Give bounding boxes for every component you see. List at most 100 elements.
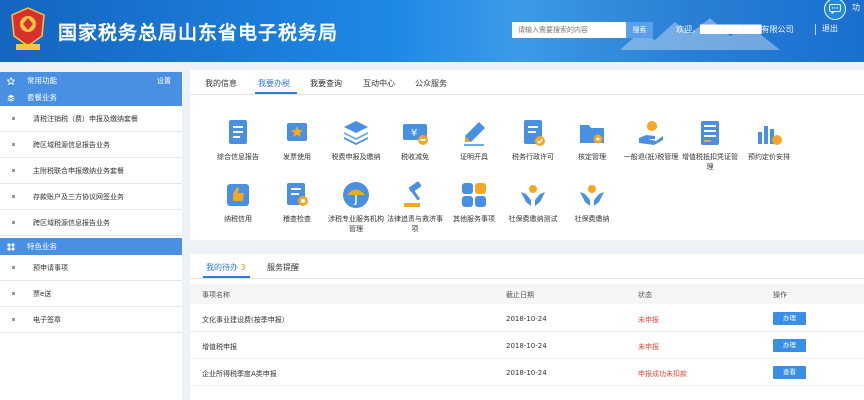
tab-public-services[interactable]: 公众服务	[415, 78, 447, 89]
service-comprehensive-report[interactable]: 综合信息报告	[208, 118, 268, 162]
todo-tab-label: 我的待办	[206, 263, 238, 272]
task-tabs: 我的待办 3 服务提醒	[190, 254, 864, 279]
thumbs-up-icon	[227, 184, 249, 206]
service-label: 税收减免	[401, 153, 429, 161]
service-certificate[interactable]: 证明开具	[444, 118, 504, 162]
settings-link[interactable]: 设置	[157, 76, 171, 86]
chart-coin-icon	[758, 126, 782, 145]
service-label: 税费申报及缴纳	[331, 153, 381, 161]
service-inspection[interactable]: 稽查检查	[267, 180, 327, 224]
service-pricing-arrangement[interactable]: 预约定价安排	[739, 118, 799, 162]
umbrella-icon	[343, 182, 369, 208]
main-tabs: 我的信息 我要办税 我要查询 互动中心 公众服务	[190, 70, 864, 95]
bullet-icon	[12, 143, 15, 146]
sidebar-item[interactable]: 电子签章	[0, 307, 182, 333]
search-button[interactable]: 搜索	[626, 22, 653, 38]
tab-my-todo[interactable]: 我的待办 3	[206, 262, 246, 273]
task-deadline: 2018-10-24	[506, 315, 547, 323]
gavel-icon	[404, 181, 422, 207]
search-input[interactable]	[512, 22, 626, 38]
service-other[interactable]: 其他服务事项	[444, 180, 504, 224]
task-name: 增值税申报	[202, 343, 237, 351]
sidebar-item[interactable]: 存款账户及三方协议网签业务	[0, 184, 182, 210]
sidebar-item[interactable]: 跨区域税源信息报告业务	[0, 132, 182, 158]
todo-count-badge: 3	[240, 263, 246, 272]
handle-button[interactable]: 办理	[773, 312, 806, 325]
service-social-insurance[interactable]: 社保费缴纳	[562, 180, 622, 224]
bullet-icon	[12, 117, 15, 120]
handle-button[interactable]: 办理	[773, 339, 806, 352]
tab-tax-services[interactable]: 我要办税	[258, 78, 290, 89]
sidebar-item[interactable]: 主附税联合申报缴纳业务套餐	[0, 158, 182, 184]
chat-button[interactable]	[824, 0, 846, 20]
service-label: 一般退(抵)税管理	[623, 153, 679, 161]
service-label: 核定管理	[578, 153, 606, 161]
sidebar-item-label: 存款账户及三方协议网签业务	[33, 192, 124, 201]
service-label: 其他服务事项	[453, 215, 495, 223]
task-deadline: 2018-10-24	[506, 369, 547, 377]
stack-icon	[7, 94, 15, 102]
service-label: 增值税抵扣凭证管理	[682, 153, 738, 171]
sidebar-item-label: 主附税联合申报缴纳业务套餐	[33, 166, 124, 175]
service-assessment[interactable]: 核定管理	[562, 118, 622, 162]
sidebar-item[interactable]: 预申请事项	[0, 255, 182, 281]
task-deadline: 2018-10-24	[506, 342, 547, 350]
pen-icon	[464, 122, 485, 146]
tab-my-info[interactable]: 我的信息	[205, 78, 237, 89]
welcome-text: 欢迎，██████████有限公司	[676, 25, 794, 34]
sidebar-item[interactable]: 票e送	[0, 281, 182, 307]
service-label: 综合信息报告	[217, 153, 259, 161]
bullet-icon	[12, 169, 15, 172]
bullet-icon	[12, 318, 15, 321]
service-tax-reduction[interactable]: ¥ 税收减免	[385, 118, 445, 162]
sidebar-item-label: 跨区域税源信息报告业务	[33, 218, 110, 227]
task-name: 文化事业建设费(按季申报）	[202, 316, 289, 324]
chat-label: 功	[852, 3, 860, 12]
document-report-icon	[229, 120, 247, 144]
view-button[interactable]: 查看	[773, 366, 806, 379]
sidebar-item-label: 预申请事项	[33, 263, 68, 272]
column-header-name: 事项名称	[202, 291, 230, 299]
service-label: 社保费缴纳	[574, 215, 610, 223]
logout-link[interactable]: 退出	[822, 23, 838, 34]
site-header: 国家税务总局山东省电子税务局 搜索 欢迎，██████████有限公司 退出 功	[0, 0, 864, 62]
sidebar-group-label: 常用功能	[27, 76, 57, 85]
active-tab-indicator	[203, 276, 250, 278]
chat-icon	[829, 4, 841, 14]
inspect-icon	[287, 183, 308, 206]
site-title: 国家税务总局山东省电子税务局	[58, 23, 339, 44]
sidebar-group-feature[interactable]: 特色业务	[0, 238, 182, 255]
service-vat-deduction[interactable]: 增值税抵扣凭证管理	[680, 118, 740, 172]
service-label: 稽查检查	[283, 215, 311, 223]
document-check-icon	[524, 120, 545, 146]
tab-query[interactable]: 我要查询	[310, 78, 342, 89]
service-tax-refund[interactable]: 一般退(抵)税管理	[621, 118, 681, 162]
service-tax-credit[interactable]: 纳税信用	[208, 180, 268, 224]
table-row: 企业所得税季度A类申报 2018-10-24 申报成功未扣款 查看	[190, 360, 864, 386]
bullet-icon	[12, 292, 15, 295]
service-agency-management[interactable]: 涉税专业服务机构管理	[326, 180, 386, 234]
bullet-icon	[12, 195, 15, 198]
sidebar-item[interactable]: 清税注销税（费）申报及缴纳套餐	[0, 106, 182, 132]
sidebar-group-package[interactable]: 套餐业务	[0, 89, 182, 106]
grid-icon	[462, 183, 486, 207]
tasks-panel: 我的待办 3 服务提醒 事项名称 截止日期 状态 操作 文化事业建设费(按季申报…	[190, 254, 864, 400]
task-status: 未申报	[638, 343, 659, 351]
sidebar-item[interactable]: 跨区域税源信息报告业务	[0, 210, 182, 236]
service-admin-permit[interactable]: 税务行政许可	[503, 118, 563, 162]
tax-emblem-icon	[11, 7, 45, 50]
sidebar-item-label: 跨区域税源信息报告业务	[33, 140, 110, 149]
column-header-action: 操作	[773, 291, 787, 299]
service-label: 预约定价安排	[748, 153, 790, 161]
tab-interaction[interactable]: 互动中心	[363, 78, 395, 89]
sidebar-group-label: 特色业务	[27, 242, 57, 251]
service-social-insurance-test[interactable]: 社保费缴纳测试	[503, 180, 563, 224]
star-icon	[7, 76, 15, 85]
sidebar-group-common[interactable]: 常用功能 设置	[0, 72, 182, 89]
active-tab-indicator	[255, 92, 297, 94]
service-invoice[interactable]: 发票使用	[267, 118, 327, 162]
service-tax-filing[interactable]: 税费申报及缴纳	[326, 118, 386, 162]
tab-service-reminder[interactable]: 服务提醒	[267, 262, 299, 273]
service-legal-remedy[interactable]: 法律追责与救济事项	[385, 180, 445, 234]
service-label: 涉税专业服务机构管理	[328, 215, 384, 233]
